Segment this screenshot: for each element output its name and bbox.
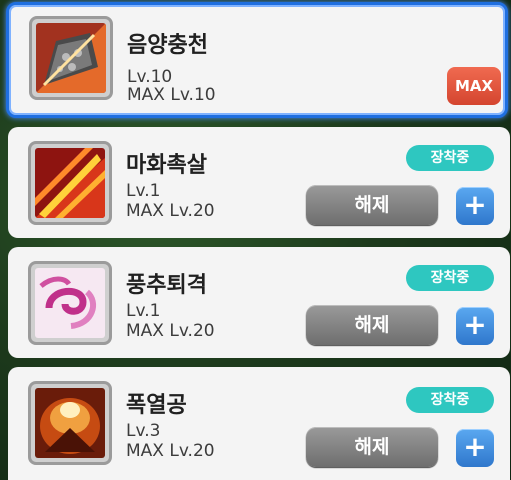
skill-max-level: MAX Lv.20	[126, 321, 215, 341]
equipped-badge: 장착중	[406, 387, 494, 413]
add-level-button[interactable]: +	[456, 429, 494, 467]
unequip-button[interactable]: 해제	[306, 427, 438, 467]
add-level-button[interactable]: +	[456, 187, 494, 225]
skill-level: Lv.1	[126, 181, 161, 201]
skill-card-2[interactable]: 마화촉살 Lv.1 MAX Lv.20 장착중 해제 +	[8, 127, 510, 238]
skill-level: Lv.1	[126, 301, 161, 321]
wind-swirl-icon	[28, 261, 112, 345]
skill-name: 폭열공	[126, 393, 187, 418]
skill-card-1[interactable]: 음양충천 Lv.10 MAX Lv.10 MAX	[6, 2, 508, 118]
equipped-badge: 장착중	[406, 265, 494, 291]
skill-max-level: MAX Lv.10	[127, 85, 216, 105]
flame-orb-icon	[28, 381, 112, 465]
fan-icon	[29, 16, 113, 100]
unequip-button[interactable]: 해제	[306, 305, 438, 345]
fire-burst-icon	[28, 141, 112, 225]
skill-max-level: MAX Lv.20	[126, 201, 215, 221]
add-level-button[interactable]: +	[456, 307, 494, 345]
max-button[interactable]: MAX	[447, 67, 501, 105]
skill-level: Lv.10	[127, 67, 173, 87]
skill-name: 음양충천	[127, 33, 208, 58]
unequip-button[interactable]: 해제	[306, 185, 438, 225]
skill-card-3[interactable]: 풍추퇴격 Lv.1 MAX Lv.20 장착중 해제 +	[8, 247, 510, 358]
skill-max-level: MAX Lv.20	[126, 441, 215, 461]
skill-name: 풍추퇴격	[126, 273, 207, 298]
skill-name: 마화촉살	[126, 153, 207, 178]
skill-card-4[interactable]: 폭열공 Lv.3 MAX Lv.20 장착중 해제 +	[8, 367, 510, 480]
equipped-badge: 장착중	[406, 145, 494, 171]
skill-level: Lv.3	[126, 421, 161, 441]
